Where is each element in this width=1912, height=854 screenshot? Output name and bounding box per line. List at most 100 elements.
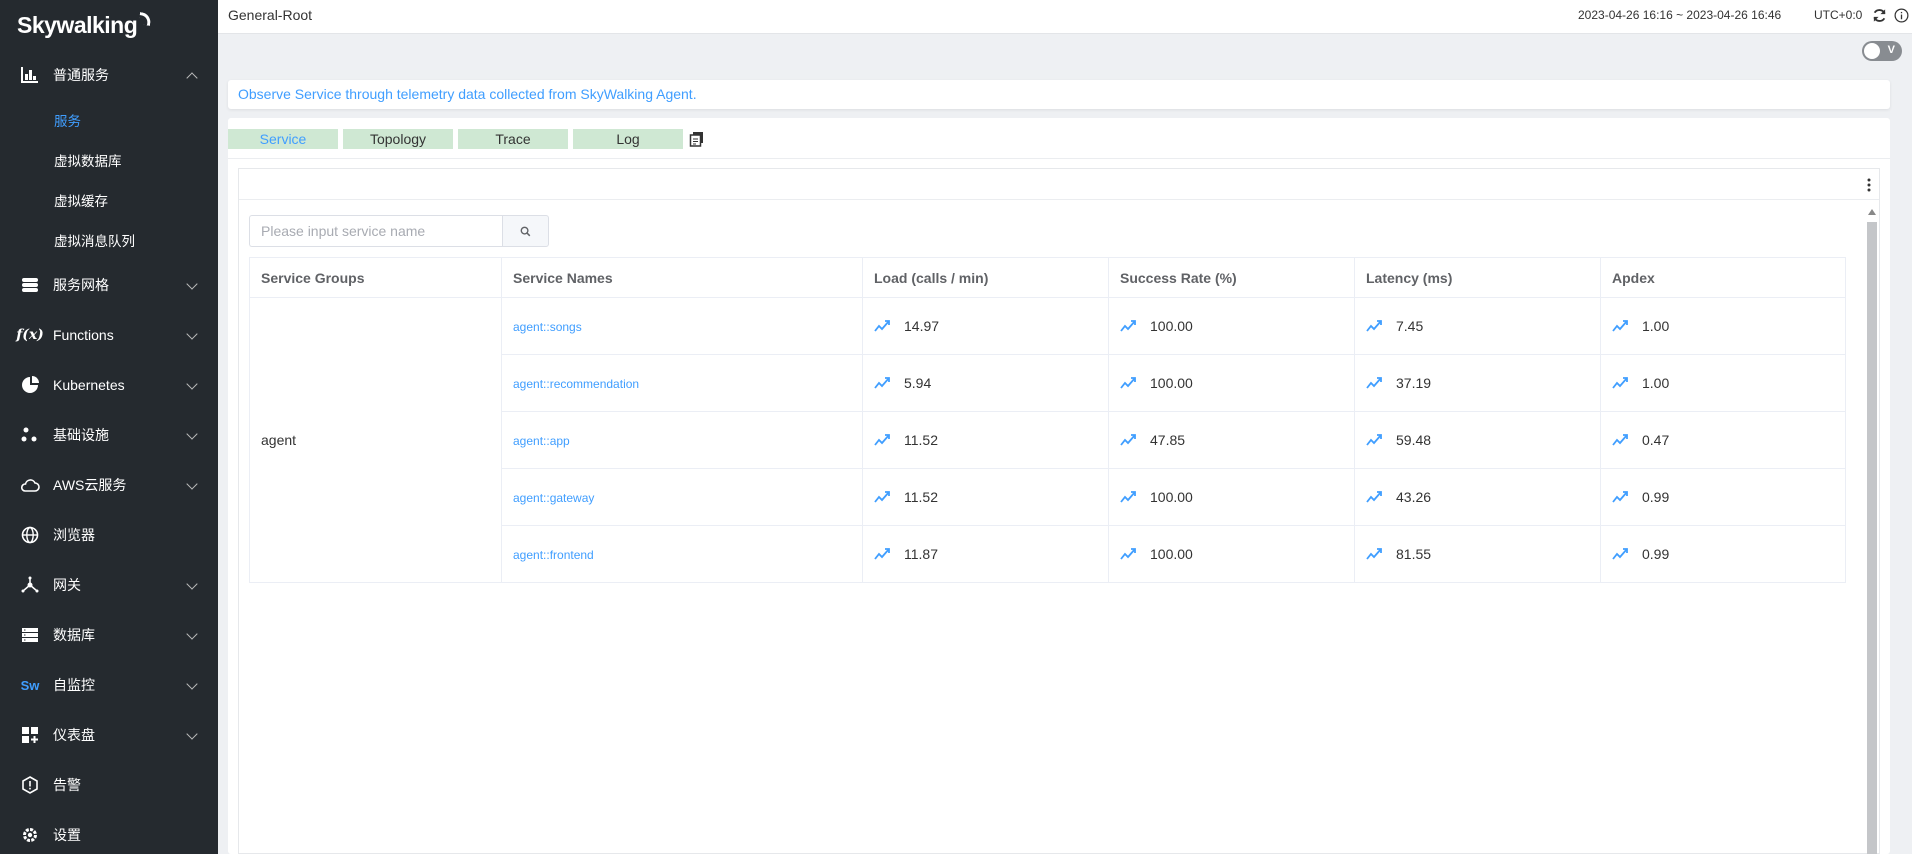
top-header: General-Root 2023-04-26 16:16 ~ 2023-04-… xyxy=(218,0,1912,34)
sidebar-subitem-virtual-cache[interactable]: 虚拟缓存 xyxy=(0,180,218,220)
sidebar-item-browser[interactable]: 浏览器 xyxy=(0,510,218,560)
column-header: Service Groups xyxy=(249,257,502,298)
sidebar-item-settings[interactable]: 设置 xyxy=(0,810,218,854)
sidebar-item-label: Functions xyxy=(53,327,114,343)
trend-icon[interactable] xyxy=(874,320,890,332)
sidebar-item-gateway[interactable]: 网关 xyxy=(0,560,218,610)
service-name-link[interactable]: agent::songs xyxy=(513,320,582,334)
chevron-down-icon xyxy=(186,328,198,340)
metric-cell-load: 11.52 xyxy=(862,468,1109,526)
sidebar-item-database[interactable]: 数据库 xyxy=(0,610,218,660)
service-name-link[interactable]: agent::frontend xyxy=(513,548,594,562)
trend-icon[interactable] xyxy=(1120,491,1136,503)
sidebar-subitem-virtual-database[interactable]: 虚拟数据库 xyxy=(0,140,218,180)
nodes-icon xyxy=(20,425,40,445)
trend-icon[interactable] xyxy=(1612,434,1628,446)
search-button[interactable] xyxy=(502,215,549,247)
metric-cell-load: 11.52 xyxy=(862,411,1109,469)
sidebar-item-kubernetes[interactable]: Kubernetes xyxy=(0,360,218,410)
sidebar-item-infrastructure[interactable]: 基础设施 xyxy=(0,410,218,460)
chevron-down-icon xyxy=(186,478,198,490)
sidebar-item-dashboard[interactable]: 仪表盘 xyxy=(0,710,218,760)
service-name-cell: agent::gateway xyxy=(501,468,863,526)
sidebar-item-label: 告警 xyxy=(53,777,81,793)
timezone-label: UTC+0:0 xyxy=(1814,8,1863,22)
tab-log[interactable]: Log xyxy=(573,129,683,149)
metric-cell-load: 5.94 xyxy=(862,354,1109,412)
edit-mode-toggle[interactable]: V xyxy=(1862,41,1902,61)
column-header: Apdex xyxy=(1600,257,1846,298)
sidebar-item-functions[interactable]: f(x) Functions xyxy=(0,310,218,360)
scrollbar-thumb[interactable] xyxy=(1867,222,1877,854)
sidebar-item-general-service[interactable]: 普通服务 xyxy=(0,50,218,100)
metric-cell-load: 14.97 xyxy=(862,297,1109,355)
sidebar-item-self-observability[interactable]: Sw 自监控 xyxy=(0,660,218,710)
logo[interactable]: Skywalking xyxy=(0,0,218,50)
metric-cell-latency: 81.55 xyxy=(1354,525,1601,583)
sidebar-item-aws[interactable]: AWS云服务 xyxy=(0,460,218,510)
search-bar xyxy=(249,215,549,247)
trend-icon[interactable] xyxy=(1366,491,1382,503)
trend-icon[interactable] xyxy=(1366,548,1382,560)
metric-cell-latency: 43.26 xyxy=(1354,468,1601,526)
vertical-scrollbar[interactable] xyxy=(1867,207,1877,854)
metric-value: 37.19 xyxy=(1396,375,1432,391)
service-name-link[interactable]: agent::recommendation xyxy=(513,377,639,391)
metric-cell-apdex: 0.47 xyxy=(1600,411,1846,469)
metric-cell-success: 100.00 xyxy=(1108,297,1355,355)
metric-value: 11.52 xyxy=(904,489,938,505)
tab-trace[interactable]: Trace xyxy=(458,129,568,149)
chevron-down-icon xyxy=(186,578,198,590)
column-header: Load (calls / min) xyxy=(862,257,1109,298)
toggle-label: V xyxy=(1887,44,1895,56)
trend-icon[interactable] xyxy=(874,434,890,446)
chevron-down-icon xyxy=(186,428,198,440)
metric-value: 11.52 xyxy=(904,432,938,448)
metric-cell-success: 47.85 xyxy=(1108,411,1355,469)
trend-icon[interactable] xyxy=(1612,377,1628,389)
trend-icon[interactable] xyxy=(1120,434,1136,446)
tab-service[interactable]: Service xyxy=(228,129,338,149)
metric-value: 1.00 xyxy=(1642,318,1670,334)
trend-icon[interactable] xyxy=(1120,320,1136,332)
column-header: Latency (ms) xyxy=(1354,257,1601,298)
tab-topology[interactable]: Topology xyxy=(343,129,453,149)
sidebar-subitem-virtual-mq[interactable]: 虚拟消息队列 xyxy=(0,220,218,260)
metric-value: 0.47 xyxy=(1642,432,1670,448)
trend-icon[interactable] xyxy=(1612,491,1628,503)
trend-icon[interactable] xyxy=(1366,434,1382,446)
sidebar-item-label: 仪表盘 xyxy=(53,727,95,743)
sidebar-item-alerting[interactable]: 告警 xyxy=(0,760,218,810)
pie-icon xyxy=(20,375,40,395)
metric-cell-apdex: 0.99 xyxy=(1600,468,1846,526)
info-icon[interactable] xyxy=(1894,8,1909,26)
search-input[interactable] xyxy=(249,215,502,247)
trend-icon[interactable] xyxy=(1120,548,1136,560)
sidebar-item-label: 服务网格 xyxy=(53,277,109,293)
sw-icon: Sw xyxy=(20,677,40,693)
trend-icon[interactable] xyxy=(1366,320,1382,332)
time-range-picker[interactable]: 2023-04-26 16:16 ~ 2023-04-26 16:46 xyxy=(1578,8,1781,22)
trend-icon[interactable] xyxy=(874,491,890,503)
sidebar-subitem-service[interactable]: 服务 xyxy=(0,100,218,140)
more-options-icon[interactable] xyxy=(1867,177,1871,196)
metric-value: 100.00 xyxy=(1150,546,1193,562)
column-header: Success Rate (%) xyxy=(1108,257,1355,298)
refresh-icon[interactable] xyxy=(1872,8,1887,26)
metric-value: 100.00 xyxy=(1150,375,1193,391)
service-name-link[interactable]: agent::gateway xyxy=(513,491,594,505)
trend-icon[interactable] xyxy=(1612,548,1628,560)
copy-icon[interactable] xyxy=(689,131,705,150)
service-name-link[interactable]: agent::app xyxy=(513,434,570,448)
divider xyxy=(239,199,1879,200)
metric-value: 0.99 xyxy=(1642,489,1670,505)
trend-icon[interactable] xyxy=(1366,377,1382,389)
bar-chart-icon xyxy=(20,65,40,85)
trend-icon[interactable] xyxy=(1612,320,1628,332)
service-name-cell: agent::frontend xyxy=(501,525,863,583)
trend-icon[interactable] xyxy=(874,548,890,560)
trend-icon[interactable] xyxy=(1120,377,1136,389)
trend-icon[interactable] xyxy=(874,377,890,389)
scroll-up-icon[interactable] xyxy=(1868,209,1876,215)
sidebar-item-service-mesh[interactable]: 服务网格 xyxy=(0,260,218,310)
